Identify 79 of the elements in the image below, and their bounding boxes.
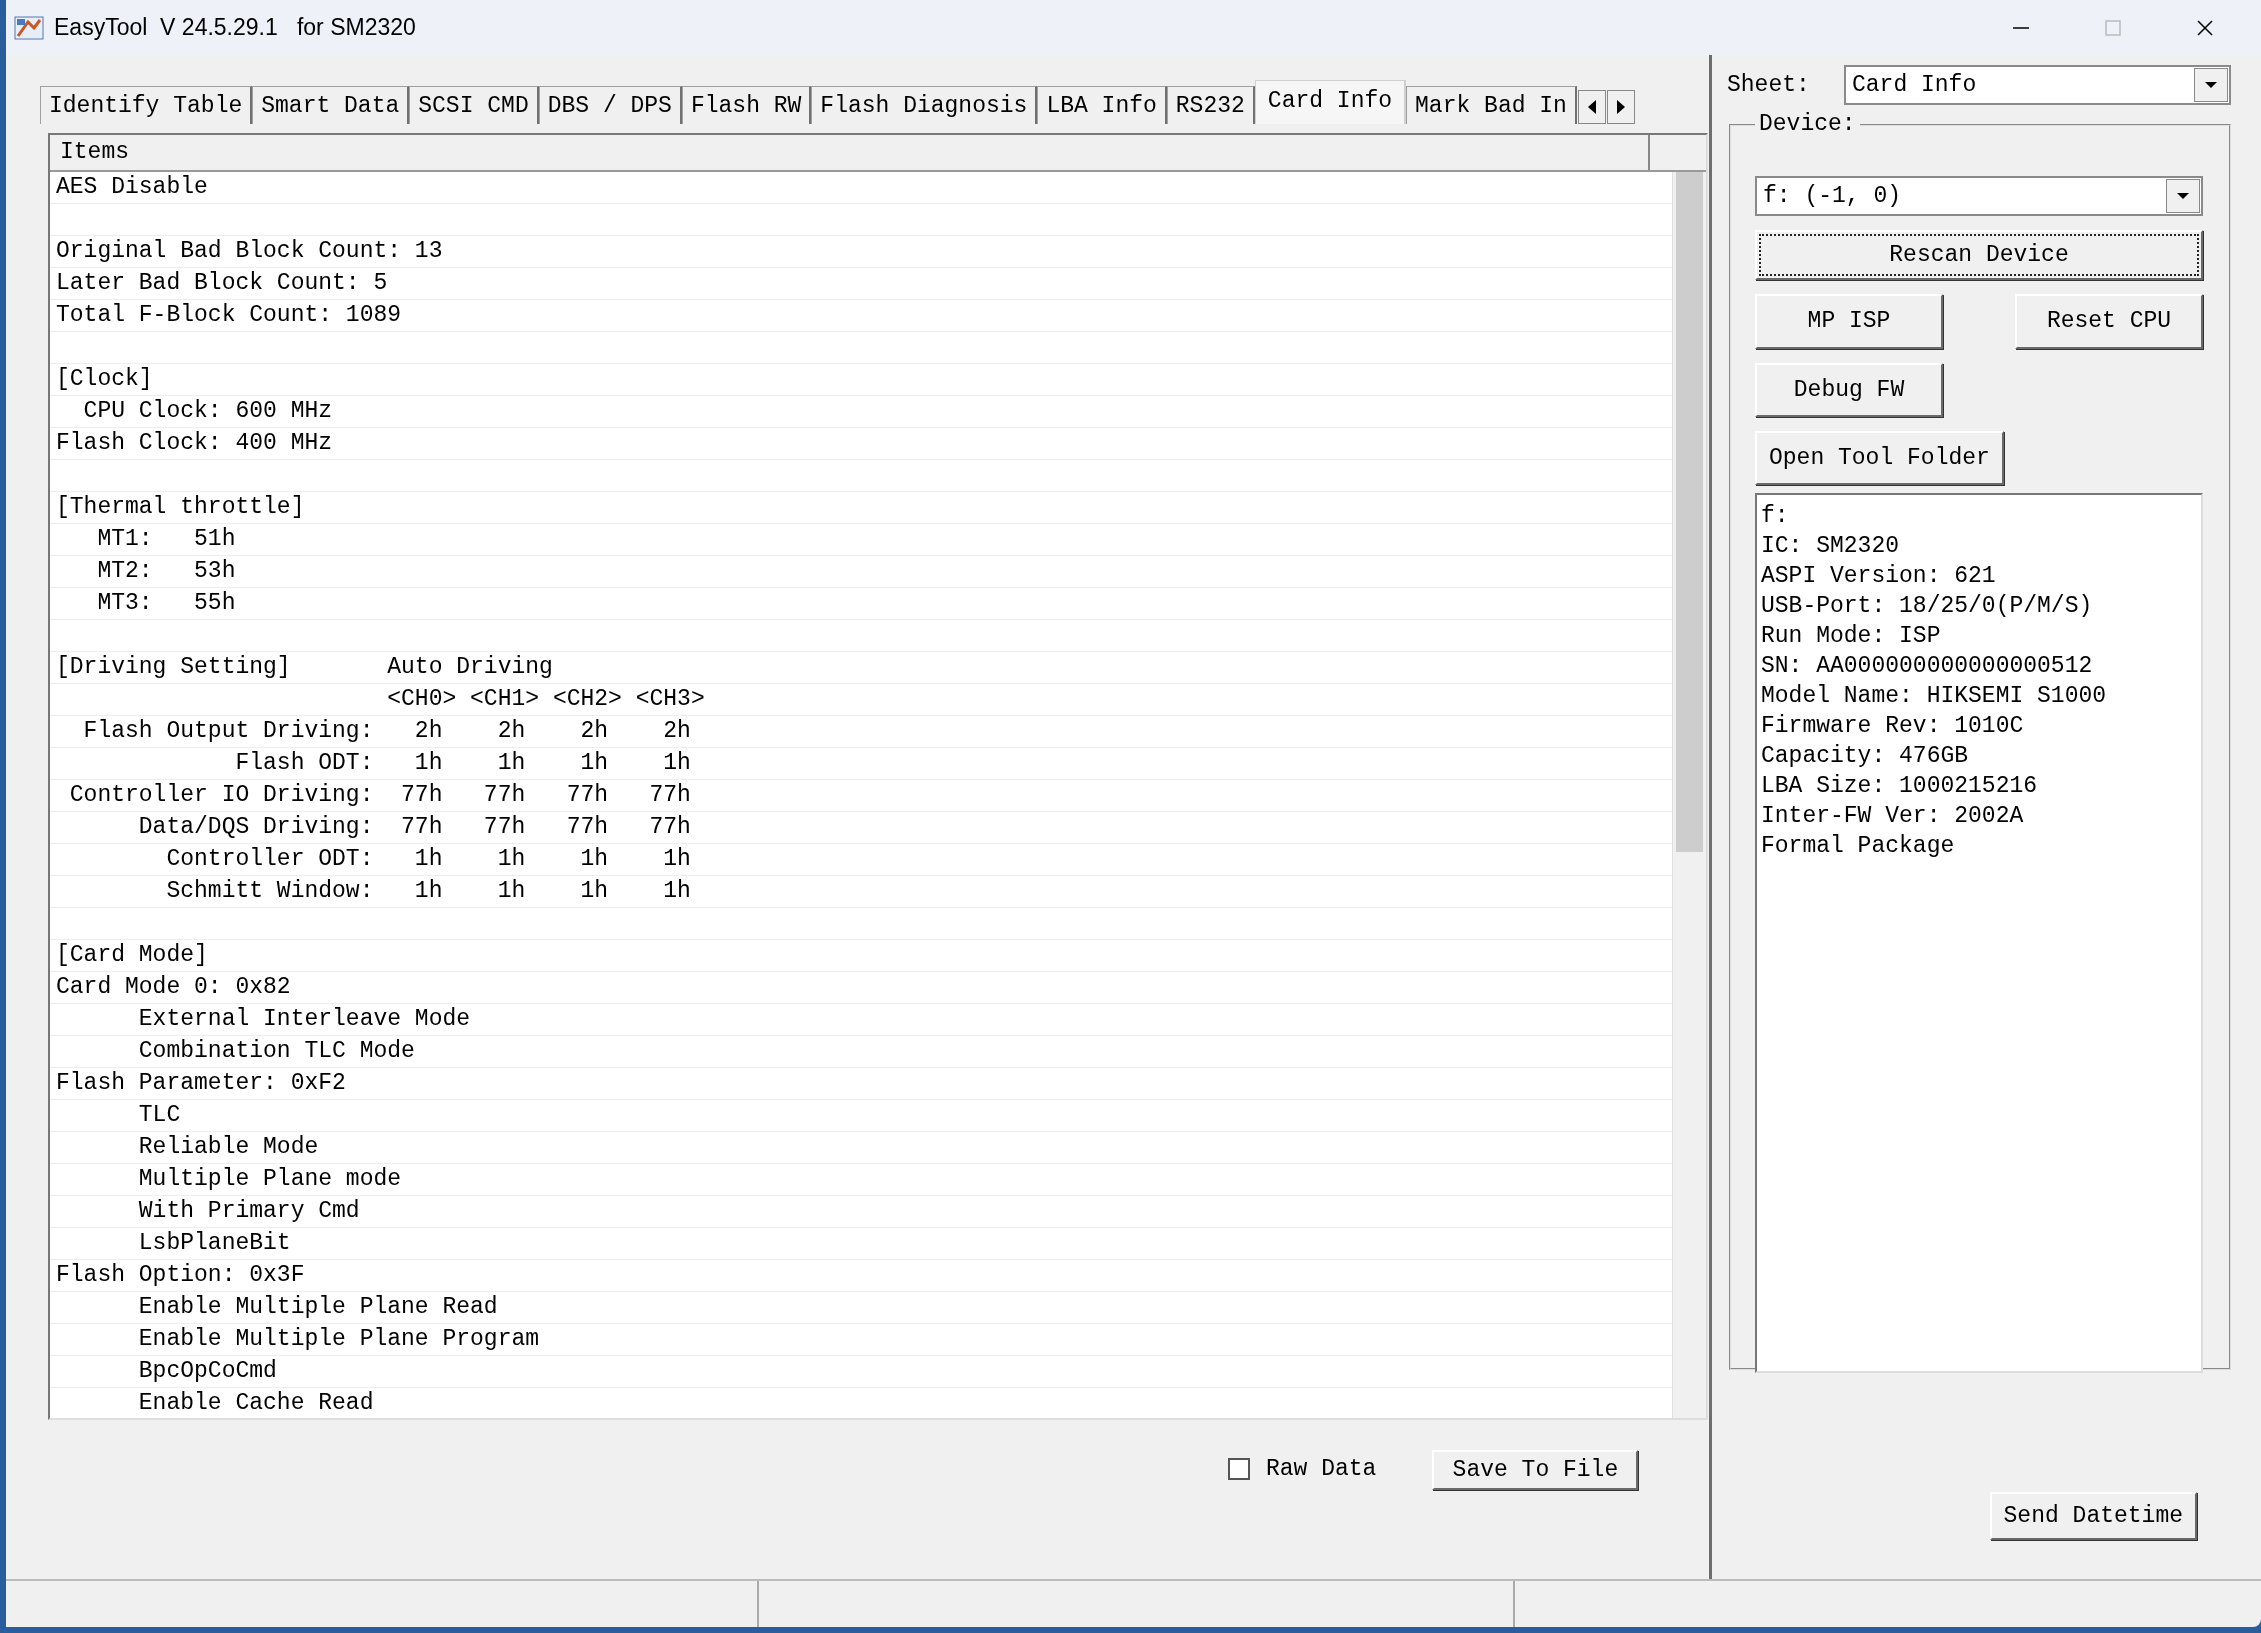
list-row-text: Combination TLC Mode — [137, 1038, 415, 1064]
device-button[interactable]: MP ISP — [1755, 294, 1943, 349]
list-row-text: Multiple Plane mode — [137, 1166, 402, 1192]
sheet-label: Sheet: — [1727, 70, 1811, 100]
device-button[interactable]: Reset CPU — [2015, 294, 2203, 349]
info-line: SN: AA000000000000000512 — [1761, 652, 2094, 681]
scroll-right-button[interactable] — [1606, 90, 1635, 124]
list-row-text: With Primary Cmd — [137, 1198, 360, 1224]
tab[interactable]: LBA Info — [1037, 86, 1167, 124]
list-row-text: [Card Mode] — [56, 942, 208, 968]
list-row-text: Flash Output Driving: 2h 2h 2h 2h — [82, 718, 691, 744]
info-line: Inter-FW Ver: 2002A — [1761, 802, 2025, 831]
list-row-text: MT1: 51h — [96, 526, 236, 552]
device-button[interactable]: Rescan Device — [1755, 230, 2203, 280]
info-line: Model Name: HIKSEMI S1000 — [1761, 682, 2108, 711]
info-line: f: — [1761, 502, 1790, 531]
list-row-text: TLC — [137, 1102, 181, 1128]
list-row-text: Enable Multiple Plane Program — [137, 1326, 540, 1352]
scroll-left-button[interactable] — [1577, 90, 1606, 124]
list-row-text: Later Bad Block Count: 5 — [56, 270, 388, 296]
list-row-text: BpcOpCoCmd — [137, 1358, 277, 1384]
device-button[interactable]: Open Tool Folder — [1755, 431, 2004, 485]
list-row-text: [Clock] — [56, 366, 153, 392]
list-row-text: External Interleave Mode — [137, 1006, 471, 1032]
close-icon[interactable] — [2195, 17, 2215, 38]
scrollbar[interactable] — [1672, 172, 1706, 1418]
dropdown-arrow-icon — [2204, 81, 2218, 89]
window-title: EasyTool V 24.5.29.1 for SM2320 — [54, 13, 416, 43]
list-row-text: Card Mode 0: 0x82 — [56, 974, 291, 1000]
tab[interactable]: Smart Data — [252, 86, 410, 124]
info-line: Capacity: 476GB — [1761, 742, 1970, 771]
list-row-text: MT2: 53h — [96, 558, 236, 584]
list-row-text: Flash Parameter: 0xF2 — [56, 1070, 346, 1096]
right-arrow-icon — [1615, 99, 1626, 115]
sheet-dropdown[interactable]: Card Info — [1844, 65, 2231, 105]
list-row-text: AES Disable — [56, 174, 208, 200]
list-row-text: Enable Cache Read — [137, 1390, 374, 1416]
tab[interactable]: SCSI CMD — [409, 86, 539, 124]
tab[interactable]: Mark Bad In — [1406, 86, 1577, 124]
tab[interactable]: Identify Table — [40, 86, 253, 124]
list-row-text: Schmitt Window: 1h 1h 1h 1h — [165, 878, 691, 904]
device-button[interactable]: Debug FW — [1755, 363, 1943, 417]
save-button[interactable]: Save To File — [1432, 1450, 1639, 1490]
list-row-text: Total F-Block Count: 1089 — [56, 302, 402, 328]
list-row-text: Controller IO Driving: 77h 77h 77h 77h — [68, 782, 691, 808]
list-row-text: CPU Clock: 600 MHz — [82, 398, 333, 424]
raw-data-checkbox[interactable]: Raw Data — [1228, 1452, 1377, 1487]
list-row-text: Enable Multiple Plane Read — [137, 1294, 498, 1320]
info-line: USB-Port: 18/25/0(P/M/S) — [1761, 592, 2094, 621]
list-row-text: <CH0> <CH1> <CH2> <CH3> — [386, 686, 705, 712]
left-arrow-icon — [1586, 99, 1597, 115]
tab[interactable]: RS232 — [1166, 86, 1255, 124]
info-line: Firmware Rev: 1010C — [1761, 712, 2025, 741]
list-row-text: [Driving Setting] Auto Driving — [56, 654, 553, 680]
list-row-text: Controller ODT: 1h 1h 1h 1h — [165, 846, 691, 872]
list-row-text: Flash Option: 0x3F — [56, 1262, 305, 1288]
app-icon — [14, 13, 44, 42]
info-line: ASPI Version: 621 — [1761, 562, 1997, 591]
tab[interactable]: DBS / DPS — [538, 86, 682, 124]
device-dropdown[interactable]: f: (-1, 0) — [1755, 176, 2203, 216]
list-row-text: MT3: 55h — [96, 590, 236, 616]
list-row-text: Flash ODT: 1h 1h 1h 1h — [234, 750, 691, 776]
group-label: Device: — [1758, 113, 1857, 136]
list-row-text: LsbPlaneBit — [137, 1230, 291, 1256]
list-row-text: Reliable Mode — [137, 1134, 319, 1160]
info-text-area[interactable] — [1755, 493, 2203, 1373]
list-row-text: Flash Clock: 400 MHz — [56, 430, 333, 456]
info-line: Formal Package — [1761, 832, 1956, 861]
tab[interactable]: Flash Diagnosis — [811, 86, 1038, 124]
info-line: LBA Size: 1000215216 — [1761, 772, 2039, 801]
dropdown-arrow-icon — [2176, 192, 2190, 200]
tab[interactable]: Card Info — [1254, 80, 1407, 124]
list-row-text: Data/DQS Driving: 77h 77h 77h 77h — [137, 814, 691, 840]
send-datetime-button[interactable]: Send Datetime — [1989, 1492, 2197, 1540]
tab[interactable]: Flash RW — [681, 86, 812, 124]
list-row-text: [Thermal throttle] — [56, 494, 305, 520]
info-line: Run Mode: ISP — [1761, 622, 1942, 651]
info-line: IC: SM2320 — [1761, 532, 1901, 561]
list-row-text: Original Bad Block Count: 13 — [56, 238, 443, 264]
